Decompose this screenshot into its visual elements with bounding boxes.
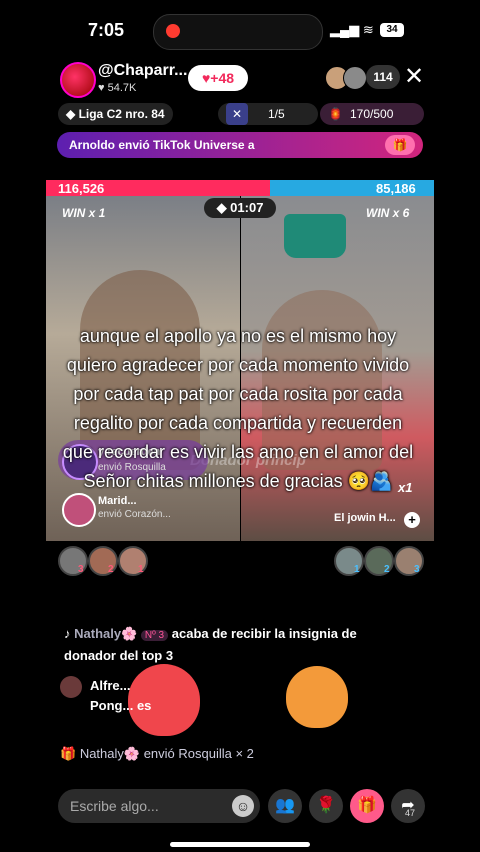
signal-wifi-icon: ▂▄▆ ≋ bbox=[330, 22, 374, 37]
rank-progress-value: 1/5 bbox=[268, 107, 285, 121]
gift-icon: 🎁 bbox=[60, 746, 80, 761]
follow-opponent-button[interactable]: + bbox=[404, 512, 420, 528]
rank-icon: ✕ bbox=[226, 103, 248, 125]
chat-username[interactable]: Nathaly🌸 bbox=[74, 626, 137, 641]
home-indicator[interactable] bbox=[170, 842, 310, 847]
win-count-left: WIN x 1 bbox=[62, 206, 106, 220]
host-likes-count: 54.7K bbox=[107, 82, 137, 94]
gift-banner[interactable]: Arnoldo envió TikTok Universe a 🎁 bbox=[57, 132, 423, 158]
gift-goal-value: 170/500 bbox=[350, 107, 394, 121]
diamond-icon: ◆ bbox=[66, 107, 79, 121]
rose-icon[interactable]: 🌹 bbox=[309, 789, 343, 823]
battle-score-right: 85,186 bbox=[376, 181, 416, 196]
heart-icon: ♥ bbox=[98, 82, 108, 94]
tiktok-icon: ♪ bbox=[64, 626, 75, 641]
rank-number: 1 bbox=[138, 564, 144, 575]
viewer-count[interactable]: 114 bbox=[366, 65, 400, 89]
comment-input[interactable]: Escribe algo... ☺ bbox=[58, 789, 260, 823]
timer-icon: ◆ bbox=[216, 200, 231, 215]
rank-number: 2 bbox=[108, 564, 114, 575]
like-badge[interactable]: ♥+48 bbox=[188, 65, 248, 91]
rank-progress[interactable]: ✕ 1/5 bbox=[218, 103, 318, 125]
gift-sender: Marid... bbox=[98, 495, 137, 507]
gift-icon[interactable]: 🎁 bbox=[385, 135, 415, 155]
gift-goal-icon: 🏮 bbox=[328, 107, 343, 121]
comment-placeholder: Escribe algo... bbox=[70, 798, 159, 814]
close-icon[interactable]: ✕ bbox=[404, 62, 424, 91]
league-badge[interactable]: ◆ Liga C2 nro. 84 bbox=[58, 103, 173, 125]
rank-number: 3 bbox=[414, 564, 420, 575]
chat-message: 🎁 Nathaly🌸 envió Rosquilla × 2 bbox=[60, 744, 254, 764]
heart-animation bbox=[112, 650, 352, 740]
gift-goal[interactable]: 🏮 170/500 bbox=[320, 103, 424, 125]
bucket-object bbox=[284, 214, 346, 258]
recording-dot-icon bbox=[166, 24, 180, 38]
rank-number: 2 bbox=[384, 564, 390, 575]
opponent-name[interactable]: El jowin H... bbox=[334, 512, 396, 524]
video-caption: aunque el apollo ya no es el mismo hoy q… bbox=[62, 326, 414, 491]
like-badge-count: +48 bbox=[210, 70, 235, 86]
battle-timer-value: 01:07 bbox=[230, 200, 264, 215]
battle-score-left: 116,526 bbox=[58, 181, 105, 196]
gift-description: envió Corazón... bbox=[98, 509, 171, 520]
league-label: Liga C2 nro. 84 bbox=[78, 107, 165, 121]
host-avatar[interactable] bbox=[60, 62, 96, 98]
battle-timer: ◆ 01:07 bbox=[204, 198, 276, 218]
gift-icon[interactable]: 🎁 bbox=[350, 789, 384, 823]
multi-guest-icon[interactable]: 👥 bbox=[268, 789, 302, 823]
rank-badge: Nº 3 bbox=[140, 630, 169, 641]
gift-banner-text: Arnoldo envió TikTok Universe a bbox=[69, 138, 255, 152]
host-name[interactable]: @Chaparr... bbox=[98, 62, 187, 80]
share-count: 47 bbox=[405, 808, 416, 818]
rank-number: 1 bbox=[354, 564, 360, 575]
host-likes: ♥ 54.7K bbox=[98, 82, 136, 94]
battery-indicator: 34 bbox=[380, 23, 404, 37]
viewer-avatar[interactable] bbox=[343, 66, 367, 90]
emoji-icon[interactable]: ☺ bbox=[232, 795, 254, 817]
avatar bbox=[60, 676, 82, 698]
chat-username[interactable]: Alfre... bbox=[90, 676, 130, 696]
win-count-right: WIN x 6 bbox=[366, 206, 410, 220]
heart-mascot-icon bbox=[286, 666, 348, 728]
rank-number: 3 bbox=[78, 564, 84, 575]
chat-text: Pong... es bbox=[90, 698, 152, 713]
chat-text: Nathaly🌸 envió Rosquilla × 2 bbox=[79, 746, 254, 761]
status-time: 7:05 bbox=[88, 20, 125, 40]
avatar bbox=[62, 493, 96, 527]
